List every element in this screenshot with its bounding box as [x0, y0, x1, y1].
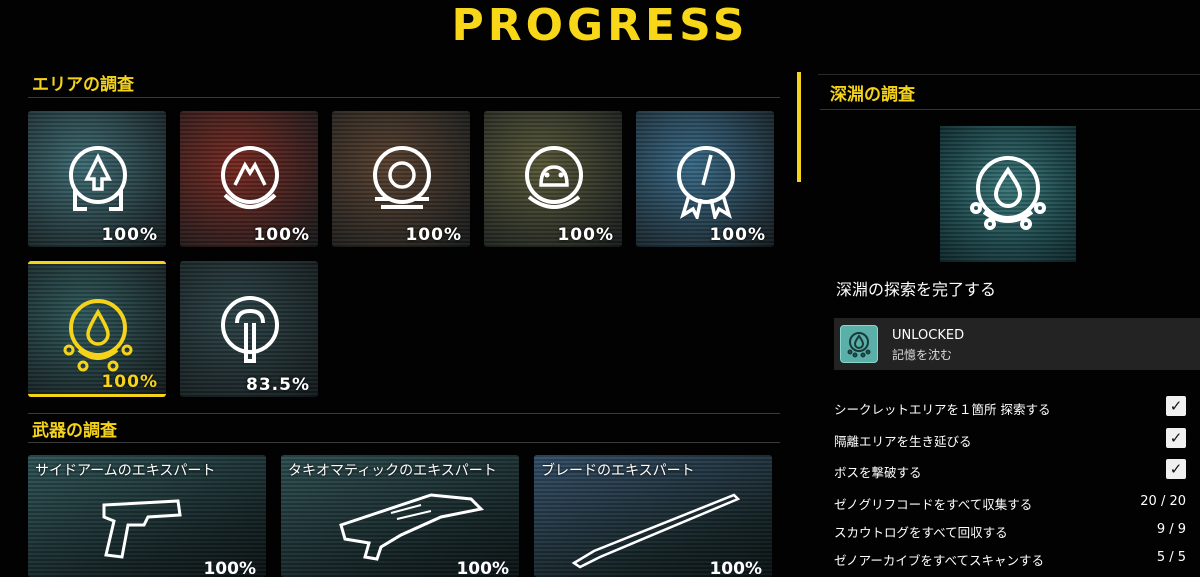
- frog-emblem-icon: [519, 139, 589, 219]
- weapon-progress: 100%: [456, 559, 509, 577]
- area-tile[interactable]: 100%: [180, 111, 318, 247]
- weapon-name: サイドアームのエキスパート: [35, 463, 216, 479]
- unlock-reward: UNLOCKED 記憶を沈む: [834, 318, 1200, 370]
- unlock-reward-name: 記憶を沈む: [892, 348, 953, 362]
- task-count: 9 / 9: [1156, 522, 1186, 537]
- task-count: 20 / 20: [1140, 494, 1186, 509]
- task-label: ゼノグリフコードをすべて収集する: [834, 497, 1033, 512]
- area-tile[interactable]: 83.5%: [180, 261, 318, 397]
- area-tile[interactable]: 100%: [28, 111, 166, 247]
- area-progress: 100%: [101, 225, 158, 245]
- task-label: ゼノアーカイブをすべてスキャンする: [834, 553, 1045, 568]
- area-progress: 100%: [101, 372, 158, 392]
- weapon-progress: 100%: [203, 559, 256, 577]
- area-section-heading: エリアの調査: [28, 70, 780, 98]
- area-progress: 100%: [253, 225, 310, 245]
- abyss-badge-icon: [840, 325, 878, 363]
- weapon-card[interactable]: タキオマティックのエキスパート 100%: [281, 455, 519, 577]
- task-label: スカウトログをすべて回収する: [834, 525, 1008, 540]
- page-title: PROGRESS: [451, 0, 749, 51]
- weapon-name: タキオマティックのエキスパート: [288, 463, 497, 479]
- task-row: 隔離エリアを生き延びる ✓: [834, 428, 1194, 450]
- detail-title: 深淵の調査: [820, 76, 1200, 110]
- task-label: 隔離エリアを生き延びる: [834, 434, 972, 449]
- area-progress: 100%: [557, 225, 614, 245]
- weapon-card[interactable]: ブレードのエキスパート 100%: [534, 455, 772, 577]
- ring-emblem-icon: [367, 139, 437, 219]
- checkmark-icon: ✓: [1166, 428, 1186, 448]
- task-label: ボスを撃破する: [834, 465, 922, 480]
- ribbon-emblem-icon: [671, 139, 741, 223]
- abyss-emblem-icon: [63, 292, 133, 372]
- scrollbar[interactable]: [797, 72, 801, 182]
- area-tile[interactable]: 100%: [332, 111, 470, 247]
- task-row: ゼノアーカイブをすべてスキャンする 5 / 5: [834, 547, 1194, 569]
- task-row: ボスを撃破する ✓: [834, 459, 1194, 481]
- area-tile[interactable]: 100%: [484, 111, 622, 247]
- area-progress: 100%: [405, 225, 462, 245]
- weapon-card[interactable]: サイドアームのエキスパート 100%: [28, 455, 266, 577]
- divider: [818, 74, 1200, 75]
- mountain-emblem-icon: [215, 139, 285, 219]
- weapon-progress: 100%: [709, 559, 762, 577]
- tower-emblem-icon: [215, 289, 285, 369]
- task-count: 5 / 5: [1156, 550, 1186, 565]
- weapon-section-heading: 武器の調査: [28, 413, 780, 443]
- task-label: シークレットエリアを１箇所 探索する: [834, 402, 1051, 417]
- unlock-status: UNLOCKED: [892, 328, 965, 343]
- task-row: スカウトログをすべて回収する 9 / 9: [834, 519, 1194, 541]
- area-tile[interactable]: 100%: [636, 111, 774, 247]
- checkmark-icon: ✓: [1166, 459, 1186, 479]
- task-row: シークレットエリアを１箇所 探索する ✓: [834, 396, 1194, 418]
- detail-subtitle: 深淵の探索を完了する: [836, 280, 997, 299]
- weapon-name: ブレードのエキスパート: [541, 463, 695, 479]
- area-progress: 100%: [709, 225, 766, 245]
- forest-emblem-icon: [63, 139, 133, 219]
- abyss-emblem-icon: [970, 156, 1046, 230]
- checkmark-icon: ✓: [1166, 396, 1186, 416]
- area-progress: 83.5%: [246, 375, 310, 395]
- area-tile[interactable]: 100%: [28, 261, 166, 397]
- task-row: ゼノグリフコードをすべて収集する 20 / 20: [834, 491, 1194, 513]
- detail-area-image: [940, 126, 1076, 262]
